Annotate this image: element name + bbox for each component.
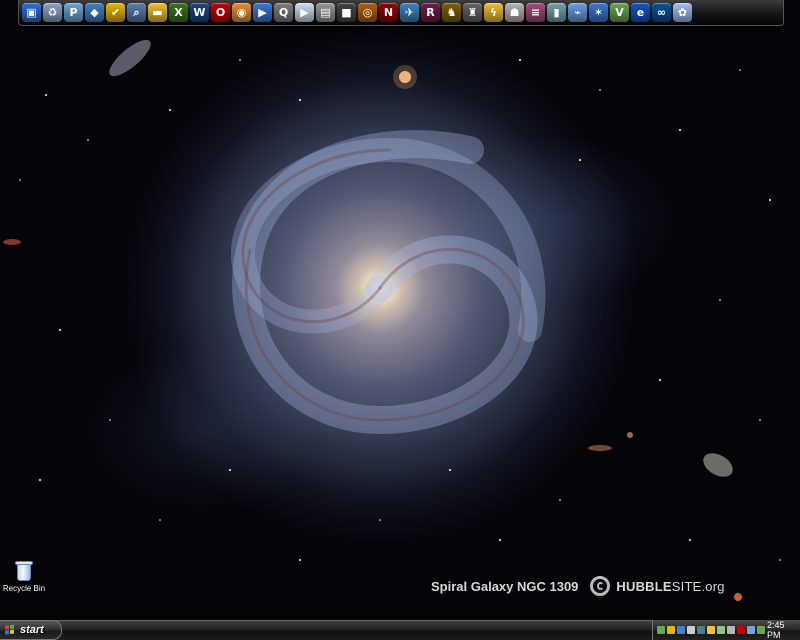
firefox-icon[interactable]: ◉ <box>232 3 251 22</box>
display-tray-icon[interactable] <box>677 626 685 634</box>
trooper-game-icon[interactable]: ☗ <box>505 3 524 22</box>
wallpaper-caption: Spiral Galaxy NGC 1309 HUBBLESITE.org <box>431 576 725 596</box>
system-tool-icon[interactable]: ✿ <box>673 3 692 22</box>
paint-icon[interactable]: P <box>64 3 83 22</box>
winrar-icon[interactable]: ≡ <box>526 3 545 22</box>
nascar-game-icon[interactable]: N <box>379 3 398 22</box>
word-icon[interactable]: W <box>190 3 209 22</box>
my-computer-icon[interactable]: ▣ <box>22 3 41 22</box>
search-icon[interactable]: ⌕ <box>127 3 146 22</box>
flight-sim-icon[interactable]: ✈ <box>400 3 419 22</box>
galaxy-name: Spiral Galaxy NGC 1309 <box>431 578 579 594</box>
desktop-icon-label: Recycle Bin <box>2 584 46 593</box>
start-button[interactable]: start <box>0 620 62 640</box>
winamp-icon[interactable]: ϟ <box>484 3 503 22</box>
network-icon[interactable]: ◆ <box>85 3 104 22</box>
hubblesite-name-rest: SITE.org <box>671 578 725 594</box>
opera-icon[interactable]: O <box>211 3 230 22</box>
satellite-icon[interactable]: ⌁ <box>568 3 587 22</box>
messenger-tray-icon[interactable] <box>717 626 725 634</box>
background-galaxies <box>3 39 742 601</box>
application-dock: ▣ ♻ P ◆ ✔ ⌕ ▬ X W O ◉ ▶ Q ▶ ▤ ■ ◎ N ✈ R ♞ ♜ ϟ ☗ ≡ ▮ ⌁ ✶ Ve ∞ ✿ <box>18 0 784 26</box>
volume-tray-icon[interactable] <box>727 626 735 634</box>
nero-tray-icon[interactable] <box>707 626 715 634</box>
taskbar: start 2:45 PM <box>0 620 800 640</box>
eye-icon[interactable]: ◎ <box>358 3 377 22</box>
soldier-game-icon[interactable]: ♞ <box>442 3 461 22</box>
galaxy-wallpaper-art <box>3 39 781 601</box>
system-tray: 2:45 PM <box>652 620 800 640</box>
tool-icon[interactable]: ▮ <box>547 3 566 22</box>
music-player-icon[interactable]: ▶ <box>295 3 314 22</box>
media-player-icon[interactable]: ▶ <box>253 3 272 22</box>
nero-icon[interactable]: ✔ <box>106 3 125 22</box>
camera-icon[interactable]: ■ <box>337 3 356 22</box>
droid-game-icon[interactable]: ♜ <box>463 3 482 22</box>
folder-icon[interactable]: ▬ <box>148 3 167 22</box>
hubblesite-name-bold: HUBBLE <box>616 578 672 594</box>
sound-tray-icon[interactable] <box>747 626 755 634</box>
mail-tray-icon[interactable] <box>687 626 695 634</box>
hubblesite-logo-icon <box>590 576 611 596</box>
network-tray-icon[interactable] <box>657 626 665 634</box>
start-label: start <box>20 624 44 636</box>
excel-icon[interactable]: X <box>169 3 188 22</box>
nvidia-tray-icon[interactable] <box>757 626 765 634</box>
racing-game-icon[interactable]: R <box>421 3 440 22</box>
ie-icon[interactable]: e <box>631 3 650 22</box>
spiral-galaxy <box>231 130 546 435</box>
hubblesite-name: HUBBLESITE.org <box>616 579 724 594</box>
quicktime-icon[interactable]: Q <box>274 3 293 22</box>
antivirus-tray-icon[interactable] <box>667 626 675 634</box>
desktop-icon-recycle-bin[interactable]: Recycle Bin <box>3 560 45 593</box>
windows-logo-icon <box>5 624 15 635</box>
security-tray-icon[interactable] <box>737 626 745 634</box>
clock[interactable]: 2:45 PM <box>767 620 792 640</box>
rebel-icon[interactable]: ✶ <box>589 3 608 22</box>
game-controller-icon[interactable]: ∞ <box>652 3 671 22</box>
nvidia-icon[interactable]: V <box>610 3 629 22</box>
update-tray-icon[interactable] <box>697 626 705 634</box>
recycle-bin-icon[interactable]: ♻ <box>43 3 62 22</box>
video-editor-icon[interactable]: ▤ <box>316 3 335 22</box>
recycle-bin-icon <box>14 560 34 582</box>
